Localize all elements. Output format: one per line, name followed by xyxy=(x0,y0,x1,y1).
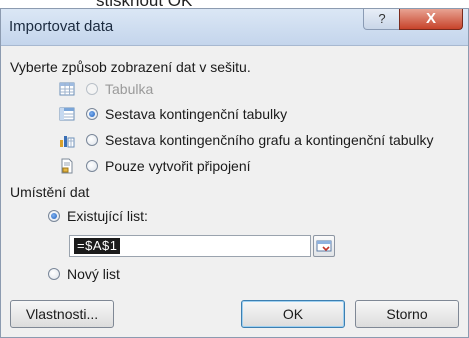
location-input-value[interactable]: =$A$1 xyxy=(74,238,121,254)
range-select-icon xyxy=(316,240,332,252)
collapse-dialog-button[interactable] xyxy=(313,235,335,257)
option-pivot-chart-label: Sestava kontingenčního grafu a kontingen… xyxy=(105,132,434,148)
option-table[interactable]: Tabulka xyxy=(86,81,153,97)
connection-icon xyxy=(61,158,73,174)
close-button[interactable]: X xyxy=(399,9,463,30)
radio-connection-only[interactable] xyxy=(86,160,98,172)
radio-new-sheet[interactable] xyxy=(48,268,60,280)
display-prompt: Vyberte způsob zobrazení dat v sešitu. xyxy=(10,59,251,75)
option-pivot-table[interactable]: Sestava kontingenční tabulky xyxy=(86,106,287,122)
pivot-table-icon xyxy=(59,107,75,121)
properties-button[interactable]: Vlastnosti... xyxy=(10,300,114,328)
option-pivot-chart[interactable]: Sestava kontingenčního grafu a kontingen… xyxy=(86,132,433,148)
radio-pivot-table[interactable] xyxy=(86,108,98,120)
radio-pivot-chart[interactable] xyxy=(86,134,98,146)
option-new-sheet[interactable]: Nový list xyxy=(48,266,120,282)
option-table-label: Tabulka xyxy=(105,81,154,97)
ok-button[interactable]: OK xyxy=(241,300,345,328)
option-existing-sheet[interactable]: Existující list: xyxy=(48,208,148,224)
option-connection-only[interactable]: Pouze vytvořit připojení xyxy=(86,158,251,174)
radio-table[interactable] xyxy=(86,83,98,95)
dialog-title: Importovat data xyxy=(9,18,114,35)
help-button[interactable]: ? xyxy=(363,9,401,30)
existing-sheet-label: Existující list: xyxy=(67,208,148,224)
title-bar: Importovat data ? X xyxy=(1,9,468,46)
new-sheet-label: Nový list xyxy=(67,266,120,282)
cancel-button[interactable]: Storno xyxy=(355,300,459,328)
location-input[interactable]: =$A$1 xyxy=(69,235,311,257)
radio-existing-sheet[interactable] xyxy=(48,210,60,222)
table-icon xyxy=(59,82,75,96)
option-pivot-table-label: Sestava kontingenční tabulky xyxy=(105,106,288,122)
option-connection-only-label: Pouze vytvořit připojení xyxy=(105,158,251,174)
pivot-chart-icon xyxy=(60,136,75,148)
location-heading: Umístění dat xyxy=(10,184,90,200)
import-data-dialog: Importovat data ? X Vyberte způsob zobra… xyxy=(0,8,469,338)
